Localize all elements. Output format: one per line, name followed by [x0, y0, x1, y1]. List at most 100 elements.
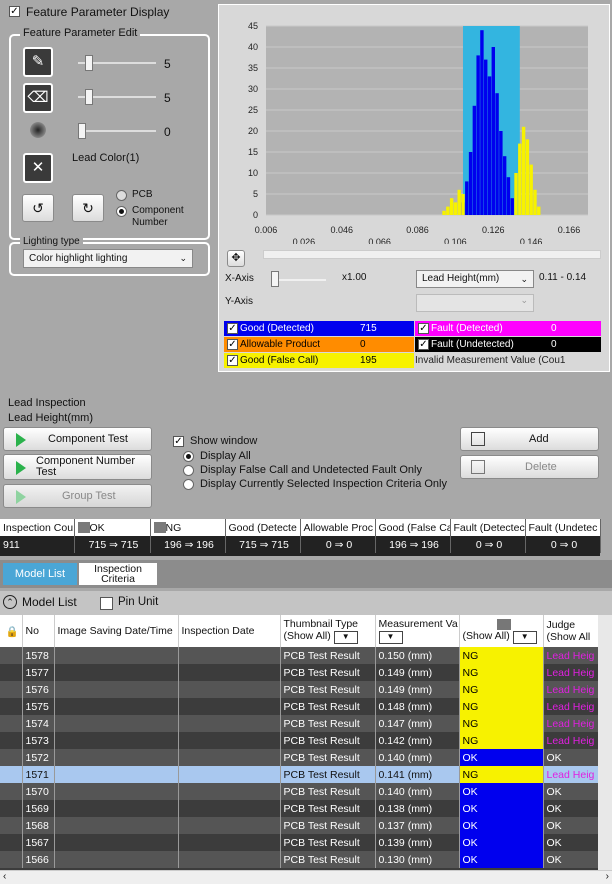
model-list-header-bar	[0, 591, 612, 615]
histogram-bar	[442, 210, 446, 215]
y-tick-label: 20	[248, 126, 258, 136]
col-header-thumb[interactable]: Thumbnail Type (Show All) ▼	[280, 615, 376, 647]
legend-fault-undetected-checkbox[interactable]: ✓	[418, 339, 429, 350]
row-insp-date	[178, 698, 281, 715]
vertical-scrollbar[interactable]	[598, 615, 612, 870]
feature-display-checkbox[interactable]: ✓	[9, 6, 20, 17]
add-button[interactable]: Add	[460, 427, 599, 451]
table-row[interactable]: 1573 PCB Test Result 0.142 (mm) NG Lead Heig	[0, 732, 598, 749]
x-axis-label: X-Axis	[225, 273, 254, 284]
y-tick-label: 45	[248, 21, 258, 31]
row-insp-date	[178, 732, 281, 749]
model-table: 🔒 No Image Saving Date/Time Inspection D…	[0, 615, 598, 870]
legend-good-false-value: 195	[360, 355, 377, 366]
zoom-fit-button[interactable]: ✥	[227, 250, 245, 267]
scroll-right-icon[interactable]: ›	[606, 871, 609, 882]
pin-unit-label: Pin Unit	[118, 596, 159, 608]
legend-fault-detected-checkbox[interactable]: ✓	[418, 323, 429, 334]
scroll-left-icon[interactable]: ‹	[3, 871, 6, 882]
x-zoom-thumb[interactable]	[271, 271, 279, 287]
table-row[interactable]: 1572 PCB Test Result 0.140 (mm) OK OK	[0, 749, 598, 766]
slider-3-thumb[interactable]	[78, 123, 86, 139]
row-insp-date	[178, 800, 281, 817]
table-row[interactable]: 1575 PCB Test Result 0.148 (mm) NG Lead Heig	[0, 698, 598, 715]
row-insp-date	[178, 766, 281, 783]
row-lock-cell	[0, 851, 23, 868]
col-header-no[interactable]: No	[22, 615, 55, 647]
row-no: 1571	[22, 766, 55, 783]
col-header-image-date[interactable]: Image Saving Date/Time	[54, 615, 179, 647]
radio-display-current[interactable]	[183, 479, 194, 490]
table-row[interactable]: 1566 PCB Test Result 0.130 (mm) OK OK	[0, 851, 598, 868]
row-ng-flag: OK	[459, 834, 544, 851]
filter-dropdown-icon[interactable]: ▼	[378, 631, 403, 644]
summary-value: 911	[0, 536, 75, 553]
col-header-judge[interactable]: Judge (Show All	[543, 615, 598, 647]
row-no: 1573	[22, 732, 55, 749]
x-param-select[interactable]: Lead Height(mm) ⌄	[416, 270, 534, 288]
table-row[interactable]: 1569 PCB Test Result 0.138 (mm) OK OK	[0, 800, 598, 817]
slider-1-thumb[interactable]	[85, 55, 93, 71]
tab-model-list[interactable]: Model List	[3, 563, 77, 585]
y-param-select[interactable]: ⌄	[416, 294, 534, 312]
row-image-date	[54, 783, 179, 800]
filter-dropdown-icon[interactable]: ▼	[333, 631, 358, 644]
y-tick-label: 30	[248, 84, 258, 94]
collapse-button[interactable]: ⌃	[3, 595, 17, 609]
histogram-bar	[506, 177, 511, 215]
col-header-meas[interactable]: Measurement Va ▼	[375, 615, 460, 647]
row-ng-flag: NG	[459, 664, 544, 681]
row-ng-flag: NG	[459, 732, 544, 749]
row-judge: OK	[543, 749, 598, 766]
row-judge: Lead Heig	[543, 647, 598, 664]
x-tick-label: 0.066	[368, 237, 391, 244]
eraser-tool-button[interactable]: ⌫	[23, 83, 53, 113]
table-row[interactable]: 1567 PCB Test Result 0.139 (mm) OK OK	[0, 834, 598, 851]
table-row[interactable]: 1577 PCB Test Result 0.149 (mm) NG Lead Heig	[0, 664, 598, 681]
slider-2-thumb[interactable]	[85, 89, 93, 105]
row-meas: 0.137 (mm)	[375, 817, 460, 834]
table-row[interactable]: 1576 PCB Test Result 0.149 (mm) NG Lead Heig	[0, 681, 598, 698]
pin-unit-checkbox[interactable]	[100, 597, 113, 610]
lighting-select[interactable]: Color highlight lighting ⌄	[23, 249, 193, 268]
pen-tool-button[interactable]: ✎	[23, 47, 53, 77]
legend-good-detected-checkbox[interactable]: ✓	[227, 323, 238, 334]
component-number-test-button[interactable]: Component Number Test	[3, 454, 152, 480]
x-scroll-bar[interactable]	[263, 250, 601, 259]
tab-inspection-criteria[interactable]: Inspection Criteria	[79, 563, 157, 585]
radio-display-false[interactable]	[183, 465, 194, 476]
horizontal-scrollbar[interactable]: ‹ ›	[0, 870, 612, 884]
add-icon	[471, 432, 485, 446]
legend-good-false-checkbox[interactable]: ✓	[227, 355, 238, 366]
delete-button[interactable]: Delete	[460, 455, 599, 479]
play-icon	[16, 461, 26, 475]
row-thumb: PCB Test Result	[280, 834, 376, 851]
component-test-button[interactable]: Component Test	[3, 427, 152, 451]
row-judge: Lead Heig	[543, 681, 598, 698]
table-row[interactable]: 1571 PCB Test Result 0.141 (mm) NG Lead Heig	[0, 766, 598, 783]
lead-color-label: Lead Color(1)	[72, 152, 140, 164]
row-image-date	[54, 715, 179, 732]
radio-component-number[interactable]	[116, 206, 127, 217]
histogram-bar	[537, 206, 541, 215]
redo-button[interactable]: ↻	[72, 194, 104, 222]
row-image-date	[54, 681, 179, 698]
row-thumb: PCB Test Result	[280, 851, 376, 868]
col-header-insp-date[interactable]: Inspection Date	[178, 615, 281, 647]
undo-button[interactable]: ↺	[22, 194, 54, 222]
group-test-button[interactable]: Group Test	[3, 484, 152, 508]
radio-display-all[interactable]	[183, 451, 194, 462]
show-window-checkbox[interactable]: ✓	[173, 436, 184, 447]
table-row[interactable]: 1574 PCB Test Result 0.147 (mm) NG Lead Heig	[0, 715, 598, 732]
table-row[interactable]: 1570 PCB Test Result 0.140 (mm) OK OK	[0, 783, 598, 800]
col-header-ngflag[interactable]: (Show All) ▼	[459, 615, 544, 647]
row-insp-date	[178, 817, 281, 834]
row-image-date	[54, 647, 179, 664]
clear-button[interactable]: ✕	[23, 153, 53, 183]
histogram-bar	[502, 156, 507, 215]
legend-allowable-checkbox[interactable]: ✓	[227, 339, 238, 350]
filter-dropdown-icon[interactable]: ▼	[512, 630, 537, 644]
table-row[interactable]: 1578 PCB Test Result 0.150 (mm) NG Lead Heig	[0, 647, 598, 664]
table-row[interactable]: 1568 PCB Test Result 0.137 (mm) OK OK	[0, 817, 598, 834]
radio-pcb[interactable]	[116, 190, 127, 201]
